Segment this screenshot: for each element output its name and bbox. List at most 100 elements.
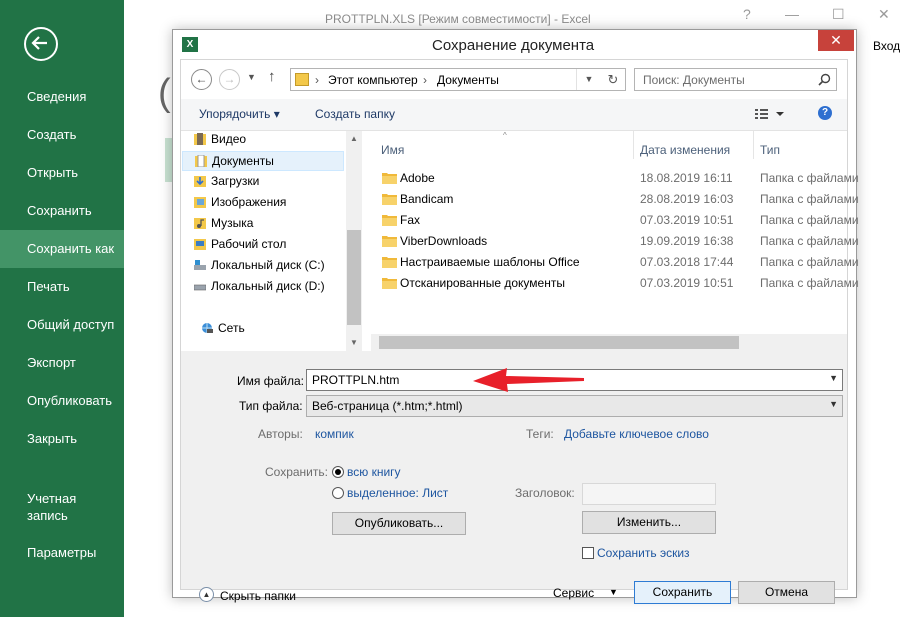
- file-row[interactable]: Bandicam 28.08.2019 16:03 Папка с файлам…: [363, 189, 859, 210]
- tree-item-drive-d[interactable]: Локальный диск (D:): [194, 276, 361, 296]
- file-row[interactable]: Adobe 18.08.2019 16:11 Папка с файлами: [363, 168, 859, 189]
- minimize-icon[interactable]: —: [785, 6, 799, 22]
- tree-item-drive-c[interactable]: Локальный диск (C:): [194, 255, 361, 275]
- dialog-body: ← → ▼ ↑ › Этот компьютер › Документы ▼ ↻…: [180, 59, 859, 604]
- chevron-up-icon[interactable]: ▲: [199, 587, 214, 602]
- file-row[interactable]: Отсканированные документы 07.03.2019 10:…: [363, 273, 859, 294]
- dialog-title: Сохранение документа: [432, 37, 595, 54]
- address-this-pc[interactable]: Этот компьютер: [328, 73, 418, 87]
- file-row[interactable]: Fax 07.03.2019 10:51 Папка с файлами: [363, 210, 859, 231]
- scrollbar-thumb[interactable]: [379, 336, 739, 349]
- folder-icon: [382, 194, 397, 205]
- address-separator: ›: [315, 73, 319, 87]
- up-arrow-icon[interactable]: ↑: [268, 68, 276, 85]
- folder-icon: [382, 236, 397, 247]
- tree-item-desktop[interactable]: Рабочий стол: [194, 234, 361, 254]
- hide-folders-button[interactable]: Скрыть папки: [220, 589, 296, 603]
- change-button[interactable]: Изменить...: [582, 511, 716, 534]
- radio-whole-workbook-label[interactable]: всю книгу: [347, 465, 401, 479]
- file-type-label: Тип файла:: [239, 399, 303, 413]
- column-separator: [633, 131, 634, 159]
- save-thumbnail-checkbox[interactable]: [582, 547, 594, 559]
- chevron-down-icon[interactable]: ▼: [609, 587, 618, 597]
- tree-label: Локальный диск (D:): [211, 279, 325, 293]
- backstage-item-info[interactable]: Сведения: [0, 78, 124, 116]
- save-thumbnail-label[interactable]: Сохранить эскиз: [597, 546, 690, 560]
- tree-label: Видео: [211, 132, 247, 146]
- file-row[interactable]: ViberDownloads 19.09.2019 16:38 Папка с …: [363, 231, 859, 252]
- radio-selection[interactable]: [332, 487, 344, 499]
- file-name: Adobe: [400, 171, 435, 185]
- backstage-item-export[interactable]: Экспорт: [0, 344, 124, 382]
- new-folder-button[interactable]: Создать папку: [315, 107, 395, 121]
- column-separator: [753, 131, 754, 159]
- backstage-item-share[interactable]: Общий доступ: [0, 306, 124, 344]
- backstage-item-new[interactable]: Создать: [0, 116, 124, 154]
- forward-icon[interactable]: →: [219, 69, 240, 90]
- backstage-item-options[interactable]: Параметры: [0, 534, 124, 572]
- organize-button[interactable]: Упорядочить ▾: [199, 107, 280, 121]
- scrollbar-thumb[interactable]: [347, 230, 361, 325]
- tree-item-pictures[interactable]: Изображения: [194, 192, 361, 212]
- back-arrow-icon[interactable]: [24, 27, 58, 61]
- radio-selection-label[interactable]: выделенное: Лист: [347, 486, 448, 500]
- column-header-type[interactable]: Тип: [760, 143, 780, 157]
- tree-label: Локальный диск (C:): [211, 258, 325, 272]
- file-type-value: Веб-страница (*.htm;*.html): [312, 399, 463, 413]
- cancel-button[interactable]: Отмена: [738, 581, 835, 604]
- tools-button[interactable]: Сервис: [553, 586, 594, 600]
- tree-item-downloads[interactable]: Загрузки: [194, 171, 361, 191]
- save-dialog: X Сохранение документа ✕ ← → ▼ ↑ › Этот …: [172, 29, 859, 604]
- tree-scrollbar[interactable]: ▲ ▼: [346, 131, 362, 352]
- sign-in-link[interactable]: Вход: [873, 39, 900, 53]
- app-title: PROTTPLN.XLS [Режим совместимости] - Exc…: [325, 12, 591, 26]
- folder-icon: [382, 257, 397, 268]
- search-input[interactable]: Поиск: Документы: [634, 68, 837, 91]
- backstage-item-print[interactable]: Печать: [0, 268, 124, 306]
- recent-dropdown-icon[interactable]: ▼: [247, 72, 256, 82]
- tags-value[interactable]: Добавьте ключевое слово: [564, 427, 709, 441]
- publish-button[interactable]: Опубликовать...: [332, 512, 466, 535]
- address-bar[interactable]: › Этот компьютер › Документы ▼ ↻: [290, 68, 626, 91]
- view-options-icon[interactable]: [754, 107, 784, 121]
- file-name: Настраиваемые шаблоны Office: [400, 255, 580, 269]
- account-line-1: Учетная: [27, 491, 77, 506]
- file-type: Папка с файлами: [760, 234, 859, 248]
- chevron-down-icon[interactable]: ▼: [576, 69, 601, 90]
- backstage-item-save[interactable]: Сохранить: [0, 192, 124, 230]
- file-type-select[interactable]: Веб-страница (*.htm;*.html) ▼: [306, 395, 843, 417]
- radio-whole-workbook[interactable]: [332, 466, 344, 478]
- tree-item-music[interactable]: Музыка: [194, 213, 361, 233]
- chevron-down-icon[interactable]: ▼: [829, 399, 838, 409]
- backstage-item-close[interactable]: Закрыть: [0, 420, 124, 458]
- column-header-date[interactable]: Дата изменения: [640, 143, 730, 157]
- red-arrow-icon: [473, 368, 584, 392]
- address-documents[interactable]: Документы: [437, 73, 499, 87]
- authors-value[interactable]: компик: [315, 427, 354, 441]
- save-button[interactable]: Сохранить: [634, 581, 731, 604]
- file-list-scrollbar[interactable]: [371, 334, 847, 351]
- scroll-up-icon[interactable]: ▲: [350, 134, 358, 143]
- help-icon[interactable]: ?: [743, 6, 751, 22]
- back-icon[interactable]: ←: [191, 69, 212, 90]
- chevron-down-icon[interactable]: ▼: [829, 373, 838, 383]
- backstage-item-open[interactable]: Открыть: [0, 154, 124, 192]
- close-window-icon[interactable]: ✕: [878, 6, 890, 23]
- tree-label: Изображения: [211, 195, 287, 209]
- heading-input[interactable]: [582, 483, 716, 505]
- column-header-name[interactable]: Имя: [381, 143, 404, 157]
- maximize-icon[interactable]: ☐: [832, 6, 845, 23]
- backstage-panel: Сведения Создать Открыть Сохранить Сохра…: [0, 0, 124, 617]
- help-icon[interactable]: ?: [818, 106, 832, 120]
- backstage-item-publish[interactable]: Опубликовать: [0, 382, 124, 420]
- scroll-down-icon[interactable]: ▼: [350, 338, 358, 347]
- tree-item-documents[interactable]: Документы: [182, 151, 344, 171]
- backstage-item-save-as[interactable]: Сохранить как: [0, 230, 124, 268]
- refresh-icon[interactable]: ↻: [601, 69, 625, 90]
- dialog-titlebar: X Сохранение документа ✕: [173, 30, 856, 59]
- file-row[interactable]: Настраиваемые шаблоны Office 07.03.2018 …: [363, 252, 859, 273]
- tree-item-video[interactable]: Видео: [194, 129, 361, 149]
- backstage-item-account[interactable]: Учетная запись: [27, 490, 117, 524]
- dialog-close-button[interactable]: ✕: [818, 30, 854, 51]
- file-date: 07.03.2018 17:44: [640, 255, 734, 269]
